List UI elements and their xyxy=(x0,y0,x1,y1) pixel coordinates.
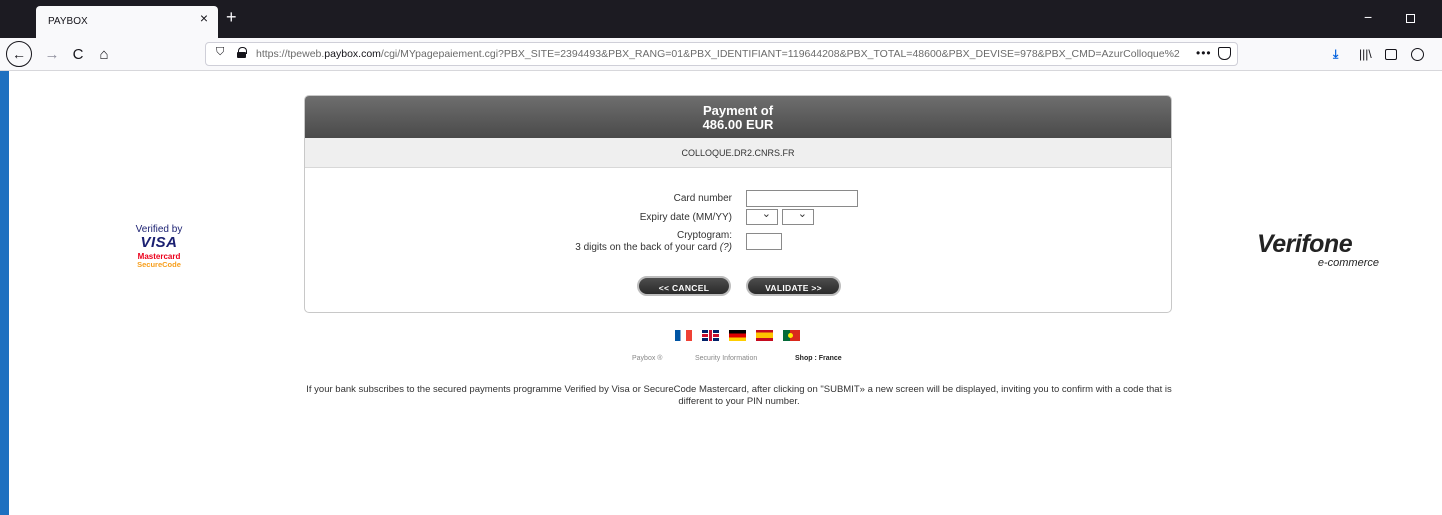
french-flag-icon[interactable] xyxy=(675,330,692,341)
validate-button[interactable]: VALIDATE >> xyxy=(746,276,841,296)
portuguese-flag-icon[interactable] xyxy=(783,330,800,341)
payment-amount: 486.00 EUR xyxy=(702,117,774,132)
tab-close-icon[interactable]: × xyxy=(196,10,212,26)
back-icon[interactable]: ← xyxy=(6,41,32,67)
minimize-icon[interactable]: − xyxy=(1364,9,1372,25)
payment-panel: Payment of 486.00 EUR COLLOQUE.DR2.CNRS.… xyxy=(304,95,1172,313)
forward-icon[interactable]: → xyxy=(40,42,64,66)
cryptogram-input[interactable] xyxy=(746,233,782,250)
home-icon[interactable]: ⌂ xyxy=(92,42,116,66)
payment-header: Payment of 486.00 EUR xyxy=(305,96,1171,138)
download-icon[interactable]: ⤓ xyxy=(1333,47,1338,62)
card-number-label: Card number xyxy=(673,193,732,204)
url-text[interactable]: https://tpeweb.paybox.com/cgi/MYpagepaie… xyxy=(256,48,1186,60)
english-flag-icon[interactable] xyxy=(702,330,719,341)
verified-by-visa-logo: Verified by VISA Mastercard SecureCode xyxy=(127,224,191,269)
german-flag-icon[interactable] xyxy=(729,330,746,341)
merchant-name: COLLOQUE.DR2.CNRS.FR xyxy=(305,138,1171,168)
verifone-logo: Verifone e-commerce xyxy=(1257,230,1379,269)
pocket-icon[interactable] xyxy=(1218,47,1231,60)
cryptogram-hint: 3 digits on the back of your card (?) xyxy=(575,242,732,253)
card-number-input[interactable] xyxy=(746,190,858,207)
tab-bar: PAYBOX × + − xyxy=(0,0,1442,38)
spanish-flag-icon[interactable] xyxy=(756,330,773,341)
tab-title: PAYBOX xyxy=(48,16,88,27)
page-actions-icon[interactable]: ••• xyxy=(1196,46,1212,60)
lock-icon[interactable] xyxy=(237,47,247,58)
address-bar[interactable]: ⛉ https://tpeweb.paybox.com/cgi/MYpagepa… xyxy=(205,42,1238,66)
expiry-year-select[interactable] xyxy=(782,207,814,225)
reload-icon[interactable]: C xyxy=(66,42,90,66)
payment-heading: Payment of xyxy=(702,103,774,118)
sidebar-icon[interactable] xyxy=(1385,49,1397,60)
tracking-shield-icon[interactable]: ⛉ xyxy=(216,46,224,59)
navigation-toolbar: ← → C ⌂ ⛉ https://tpeweb.paybox.com/cgi/… xyxy=(0,38,1442,71)
account-icon[interactable] xyxy=(1411,48,1424,61)
shop-country: Shop : France xyxy=(795,355,842,362)
expiry-month-select[interactable] xyxy=(746,207,778,225)
expiry-date-label: Expiry date (MM/YY) xyxy=(639,212,732,223)
3d-secure-notice: If your bank subscribes to the secured p… xyxy=(306,384,1172,407)
cancel-button[interactable]: << CANCEL xyxy=(637,276,731,296)
cryptogram-label: Cryptogram: xyxy=(676,230,732,241)
library-icon[interactable]: |||\ xyxy=(1359,47,1372,61)
language-selector xyxy=(675,330,800,341)
paybox-link[interactable]: Paybox ® xyxy=(632,355,662,362)
cryptogram-help-link[interactable]: (?) xyxy=(720,242,732,253)
maximize-icon[interactable] xyxy=(1406,14,1415,23)
new-tab-icon[interactable]: + xyxy=(226,7,237,27)
tab-paybox[interactable]: PAYBOX × xyxy=(36,6,218,38)
security-information-link[interactable]: Security Information xyxy=(695,355,757,362)
page-content: Verified by VISA Mastercard SecureCode V… xyxy=(9,71,1442,515)
